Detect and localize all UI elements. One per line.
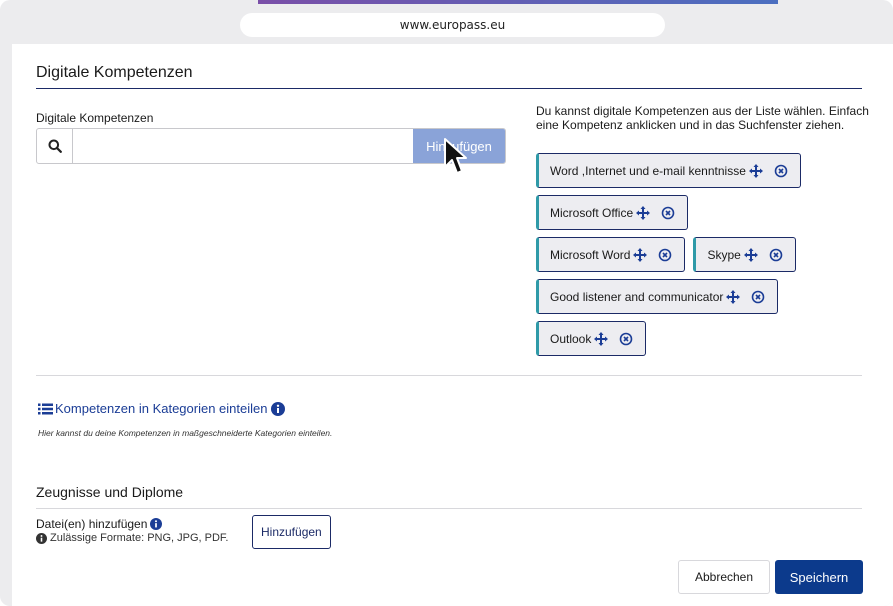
skill-tag-label: Good listener and communicator: [550, 289, 724, 304]
section-title-certificates: Zeugnisse und Diplome: [36, 484, 184, 500]
skill-tag-label: Microsoft Word: [550, 247, 631, 262]
skills-help-text: Du kannst digitale Kompetenzen aus der L…: [536, 104, 869, 132]
browser-window: www.europass.eu Digitale Kompetenzen Dig…: [0, 0, 893, 606]
suggested-skills: Word ,Internet und e-mail kenntnisse Mic…: [536, 153, 876, 363]
categories-link[interactable]: Kompetenzen in Kategorien einteilen: [38, 401, 286, 416]
move-icon[interactable]: [632, 247, 648, 263]
move-icon[interactable]: [748, 163, 764, 179]
skill-tag-label: Skype: [707, 247, 741, 262]
section-divider: [36, 88, 862, 89]
section-title-digital: Digitale Kompetenzen: [36, 64, 193, 81]
remove-icon[interactable]: [751, 290, 765, 304]
remove-icon[interactable]: [661, 206, 675, 220]
skill-tag[interactable]: Good listener and communicator: [536, 279, 779, 314]
skill-search-group: Hinzufügen: [36, 128, 506, 164]
window-accent-bar: [258, 0, 778, 4]
remove-icon[interactable]: [774, 164, 788, 178]
skill-tag[interactable]: Outlook: [536, 321, 647, 356]
move-icon[interactable]: [635, 205, 651, 221]
move-icon[interactable]: [593, 331, 609, 347]
move-icon[interactable]: [743, 247, 759, 263]
remove-icon[interactable]: [769, 248, 783, 262]
remove-icon[interactable]: [658, 248, 672, 262]
info-icon[interactable]: [150, 518, 163, 530]
save-button[interactable]: Speichern: [775, 560, 863, 594]
info-icon[interactable]: [271, 401, 286, 416]
file-formats-text: Zulässige Formate: PNG, JPG, PDF.: [50, 532, 229, 544]
cursor-icon: [443, 137, 469, 182]
modal-dialog: Digitale Kompetenzen Digitale Kompetenze…: [12, 44, 893, 606]
section-divider: [36, 508, 862, 509]
remove-icon[interactable]: [619, 332, 633, 346]
skill-search-input[interactable]: [73, 129, 413, 163]
info-icon: [36, 532, 47, 544]
url-text: www.europass.eu: [399, 18, 506, 32]
file-label: Datei(en) hinzufügen: [36, 517, 163, 531]
section-divider: [36, 375, 862, 376]
skill-tag-label: Microsoft Office: [550, 205, 634, 220]
skill-tag[interactable]: Microsoft Office: [536, 195, 689, 230]
file-formats: Zulässige Formate: PNG, JPG, PDF.: [36, 532, 229, 544]
skill-tag[interactable]: Skype: [693, 237, 796, 272]
skill-tag[interactable]: Microsoft Word: [536, 237, 686, 272]
field-label-digital: Digitale Kompetenzen: [36, 111, 154, 125]
search-icon: [37, 129, 73, 163]
skill-tag[interactable]: Word ,Internet und e-mail kenntnisse: [536, 153, 801, 188]
file-label-text: Datei(en) hinzufügen: [36, 517, 148, 531]
cancel-button[interactable]: Abbrechen: [678, 560, 770, 594]
categories-link-label: Kompetenzen in Kategorien einteilen: [55, 401, 268, 416]
address-bar[interactable]: www.europass.eu: [240, 13, 665, 37]
upload-file-button[interactable]: Hinzufügen: [252, 515, 331, 549]
skill-tag-label: Outlook: [550, 331, 592, 346]
skill-tag-label: Word ,Internet und e-mail kenntnisse: [550, 163, 746, 178]
list-icon: [38, 403, 53, 415]
move-icon[interactable]: [725, 289, 741, 305]
categories-description: Hier kannst du deine Kompetenzen in maßg…: [38, 428, 333, 438]
